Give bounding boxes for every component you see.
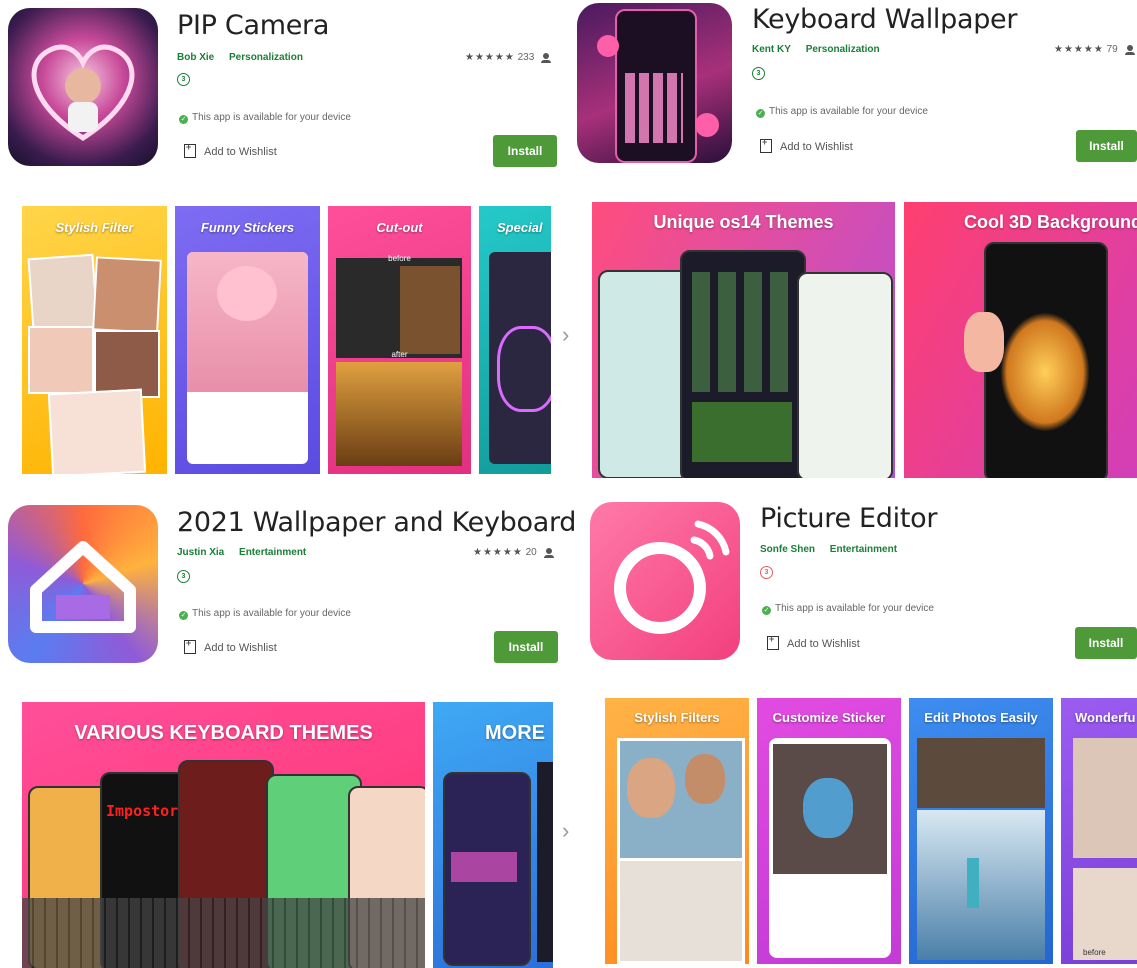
developer-link[interactable]: Kent KY [752, 44, 791, 55]
category-link[interactable]: Personalization [806, 44, 880, 55]
bookmark-add-icon [767, 634, 779, 650]
availability-note: ✓ This app is available for your device [179, 608, 351, 620]
availability-text: This app is available for your device [192, 112, 351, 123]
keyboard-wallpaper-app-icon[interactable] [577, 3, 732, 163]
screenshot-caption: Unique os14 Themes [653, 212, 834, 232]
house-icon [30, 541, 136, 633]
screenshot-1[interactable]: VARIOUS KEYBOARD THEMES Impostor [22, 702, 425, 968]
check-icon: ✓ [762, 606, 771, 615]
wishlist-label: Add to Wishlist [204, 146, 277, 158]
screenshot-caption: Wonderfu [1075, 710, 1136, 725]
camera-lens-icon [614, 520, 730, 634]
content-rating-icon: 3 [177, 73, 190, 86]
screenshot-caption: Stylish Filters [634, 710, 720, 725]
developer-link[interactable]: Justin Xia [177, 547, 224, 558]
bookmark-add-icon [184, 638, 196, 654]
rating: ★★★★★ 79 [1054, 44, 1135, 55]
add-to-wishlist-button[interactable]: Add to Wishlist [184, 638, 277, 654]
availability-text: This app is available for your device [769, 106, 928, 117]
app-title[interactable]: 2021 Wallpaper and Keyboard [177, 507, 576, 538]
app-title[interactable]: Keyboard Wallpaper [752, 4, 1017, 35]
screenshot-caption: Cool 3D Background [964, 212, 1137, 232]
screenshot-1[interactable]: Stylish Filters [605, 698, 749, 964]
add-to-wishlist-button[interactable]: Add to Wishlist [184, 142, 277, 158]
screenshot-4[interactable]: Wonderfu before [1061, 698, 1137, 964]
install-button[interactable]: Install [493, 135, 557, 167]
category-link[interactable]: Personalization [229, 52, 303, 63]
next-screenshot-button[interactable]: › [562, 322, 569, 348]
rating-stars: ★★★★★ [1054, 44, 1104, 55]
rating-count: 233 [517, 52, 535, 63]
content-rating-icon: 3 [752, 67, 765, 80]
pip-camera-app-icon[interactable] [8, 8, 158, 166]
availability-text: This app is available for your device [775, 603, 934, 614]
check-icon: ✓ [179, 611, 188, 620]
content-rating-icon: 3 [177, 570, 190, 583]
screenshot-4[interactable]: Special [479, 206, 551, 474]
screenshot-2[interactable]: Funny Stickers [175, 206, 320, 474]
rating-count: 20 [525, 547, 537, 558]
bookmark-add-icon [760, 137, 772, 153]
content-rating-icon: 3 [760, 566, 773, 579]
screenshot-3[interactable]: Cut-out before after [328, 206, 471, 474]
wishlist-label: Add to Wishlist [204, 642, 277, 654]
after-label: after [391, 350, 408, 359]
rating-count: 79 [1106, 44, 1118, 55]
install-button[interactable]: Install [1076, 130, 1137, 162]
person-icon [1124, 45, 1135, 55]
wishlist-label: Add to Wishlist [787, 638, 860, 650]
screenshot-1[interactable]: Stylish Filter [22, 206, 167, 474]
add-to-wishlist-button[interactable]: Add to Wishlist [760, 137, 853, 153]
picture-editor-app-icon[interactable] [590, 502, 740, 660]
screenshot-caption: VARIOUS KEYBOARD THEMES [74, 722, 373, 744]
screenshot-caption: Funny Stickers [200, 220, 295, 235]
install-button[interactable]: Install [1075, 627, 1137, 659]
category-link[interactable]: Entertainment [239, 547, 306, 558]
rating: ★★★★★ 233 [465, 52, 552, 63]
wishlist-label: Add to Wishlist [780, 141, 853, 153]
person-icon [543, 548, 554, 558]
heart-frame-icon [31, 44, 135, 141]
screenshot-2[interactable]: Cool 3D Background [904, 202, 1137, 478]
rating-stars: ★★★★★ [465, 52, 515, 63]
check-icon: ✓ [179, 115, 188, 124]
developer-link[interactable]: Sonfe Shen [760, 544, 815, 555]
before-label: before [388, 254, 411, 263]
screenshot-2[interactable]: Customize Sticker [757, 698, 901, 964]
availability-note: ✓ This app is available for your device [762, 603, 934, 615]
screenshot-caption: Cut-out [376, 220, 423, 235]
before-label: before [1083, 948, 1106, 957]
app-title[interactable]: Picture Editor [760, 503, 937, 534]
rating-stars: ★★★★★ [473, 547, 523, 558]
app-title[interactable]: PIP Camera [177, 10, 329, 41]
availability-note: ✓ This app is available for your device [756, 106, 928, 118]
screenshot-2[interactable]: MORE [433, 702, 553, 968]
next-screenshot-button[interactable]: › [562, 818, 569, 844]
install-button[interactable]: Install [494, 631, 558, 663]
add-to-wishlist-button[interactable]: Add to Wishlist [767, 634, 860, 650]
screenshot-caption: Special [497, 220, 543, 235]
category-link[interactable]: Entertainment [830, 544, 897, 555]
screenshot-caption: Stylish Filter [55, 220, 134, 235]
bookmark-add-icon [184, 142, 196, 158]
screenshot-1[interactable]: Unique os14 Themes [592, 202, 895, 478]
screenshot-caption: MORE [485, 722, 545, 744]
availability-text: This app is available for your device [192, 608, 351, 619]
person-icon [541, 53, 552, 63]
screenshot-caption: Edit Photos Easily [924, 710, 1038, 725]
wallpaper-keyboard-app-icon[interactable] [8, 505, 158, 663]
developer-link[interactable]: Bob Xie [177, 52, 214, 63]
check-icon: ✓ [756, 109, 765, 118]
rating: ★★★★★ 20 [473, 547, 554, 558]
screenshot-caption: Customize Sticker [772, 710, 886, 725]
screenshot-3[interactable]: Edit Photos Easily [909, 698, 1053, 964]
availability-note: ✓ This app is available for your device [179, 112, 351, 124]
